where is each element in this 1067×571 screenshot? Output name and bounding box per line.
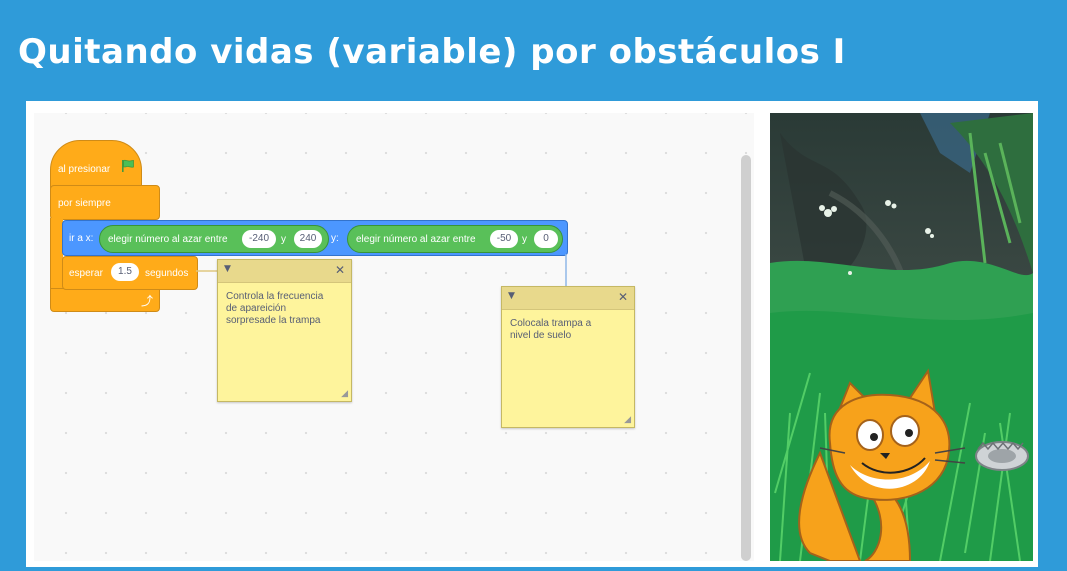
close-icon[interactable]: ✕ bbox=[335, 263, 345, 277]
comment-header[interactable]: ▼ ✕ bbox=[218, 260, 351, 283]
resize-handle-icon[interactable]: ◢ bbox=[341, 389, 348, 399]
close-icon[interactable]: ✕ bbox=[618, 290, 628, 304]
stage[interactable] bbox=[770, 113, 1033, 561]
collapse-chevron-icon[interactable]: ▼ bbox=[508, 291, 515, 301]
resize-handle-icon[interactable]: ◢ bbox=[624, 415, 631, 425]
comment-note[interactable]: ▼ ✕ Controla la frecuencia de apareición… bbox=[217, 259, 352, 402]
comment-text[interactable]: Controla la frecuencia de apareición sor… bbox=[218, 283, 351, 335]
comment-header[interactable]: ▼ ✕ bbox=[502, 287, 634, 310]
comment-text[interactable]: Colocala trampa a nivel de suelo bbox=[502, 310, 634, 350]
jungle-backdrop bbox=[770, 113, 1033, 561]
trap-sprite bbox=[975, 441, 1029, 471]
comment-note[interactable]: ▼ ✕ Colocala trampa a nivel de suelo ◢ bbox=[501, 286, 635, 428]
collapse-chevron-icon[interactable]: ▼ bbox=[224, 264, 231, 274]
